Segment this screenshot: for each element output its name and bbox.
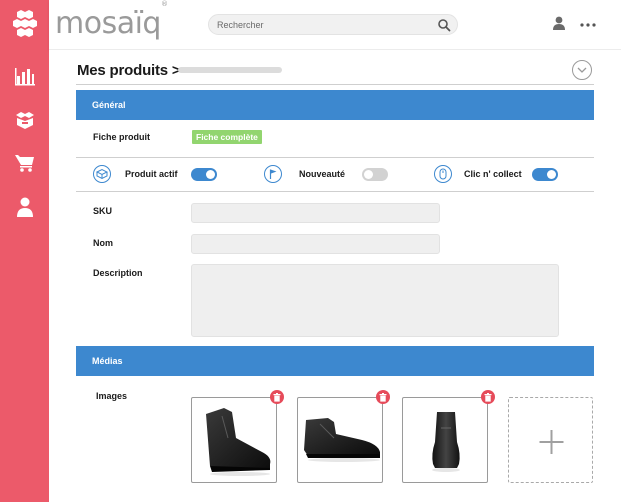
delete-image-button[interactable] bbox=[376, 390, 390, 404]
boot-image bbox=[304, 418, 380, 462]
trash-icon bbox=[379, 392, 387, 402]
image-thumbnail[interactable] bbox=[297, 397, 383, 483]
trash-icon bbox=[484, 392, 492, 402]
description-textarea[interactable] bbox=[191, 264, 559, 337]
toggle-clic-collect[interactable] bbox=[532, 168, 558, 181]
box-icon bbox=[96, 168, 108, 180]
add-image-button[interactable] bbox=[508, 397, 593, 483]
feature-label-nouveaute: Nouveauté bbox=[299, 169, 346, 179]
description-label: Description bbox=[93, 268, 143, 278]
boot-image bbox=[432, 412, 460, 472]
boot-image bbox=[206, 408, 271, 476]
sidebar-item-stats[interactable] bbox=[12, 63, 38, 89]
sidebar bbox=[0, 0, 49, 502]
chevron-down-icon bbox=[577, 67, 587, 73]
flag-icon bbox=[269, 169, 277, 179]
feature-icon-clic-collect bbox=[434, 165, 452, 183]
breadcrumb-placeholder bbox=[178, 67, 282, 73]
section-general-header: Général bbox=[76, 90, 594, 120]
divider bbox=[76, 191, 594, 192]
feature-label-produit-actif: Produit actif bbox=[125, 169, 178, 179]
toggle-nouveaute[interactable] bbox=[362, 168, 388, 181]
sidebar-item-products[interactable] bbox=[12, 107, 38, 133]
feature-label-clic-collect: Clic n' collect bbox=[464, 169, 522, 179]
mouse-icon bbox=[439, 168, 447, 180]
fiche-produit-label: Fiche produit bbox=[93, 132, 150, 142]
app-window: mosaïq® Mes produits > bbox=[0, 0, 621, 502]
sidebar-item-customers[interactable] bbox=[12, 194, 38, 220]
image-thumbnail[interactable] bbox=[191, 397, 277, 483]
top-bar: mosaïq® bbox=[49, 0, 621, 50]
nom-label: Nom bbox=[93, 238, 113, 248]
search-bar bbox=[208, 14, 458, 35]
cart-icon bbox=[15, 155, 34, 172]
delete-image-button[interactable] bbox=[270, 390, 284, 404]
sku-input[interactable] bbox=[191, 203, 440, 223]
sku-label: SKU bbox=[93, 206, 113, 216]
status-badge: Fiche complète bbox=[192, 130, 262, 144]
collapse-button[interactable] bbox=[572, 60, 592, 80]
logo-hexagons-icon bbox=[13, 10, 37, 37]
image-thumbnail[interactable] bbox=[402, 397, 488, 483]
bar-chart-icon bbox=[15, 68, 35, 86]
toggle-knob bbox=[547, 170, 556, 179]
sidebar-item-orders[interactable] bbox=[12, 150, 38, 176]
title-divider bbox=[76, 84, 594, 85]
nom-input[interactable] bbox=[191, 234, 440, 254]
images-label: Images bbox=[96, 391, 128, 401]
section-media-header: Médias bbox=[76, 346, 594, 376]
search-icon[interactable] bbox=[437, 18, 451, 32]
feature-icon-produit-actif bbox=[93, 165, 111, 183]
user-icon bbox=[17, 197, 33, 217]
brand-logo[interactable]: mosaïq® bbox=[55, 0, 168, 41]
search-input[interactable] bbox=[217, 17, 427, 33]
feature-icon-nouveaute bbox=[264, 165, 282, 183]
main-content: Mes produits > Général Fiche produit Fic… bbox=[49, 50, 621, 502]
divider bbox=[76, 157, 594, 158]
toggle-knob bbox=[364, 170, 373, 179]
more-options-icon[interactable] bbox=[579, 15, 597, 31]
box-open-icon bbox=[16, 112, 34, 129]
trash-icon bbox=[273, 392, 281, 402]
account-icon[interactable] bbox=[551, 15, 567, 31]
plus-icon bbox=[539, 430, 564, 454]
toggle-produit-actif[interactable] bbox=[191, 168, 217, 181]
delete-image-button[interactable] bbox=[481, 390, 495, 404]
page-title: Mes produits > bbox=[77, 62, 181, 79]
toggle-knob bbox=[206, 170, 215, 179]
